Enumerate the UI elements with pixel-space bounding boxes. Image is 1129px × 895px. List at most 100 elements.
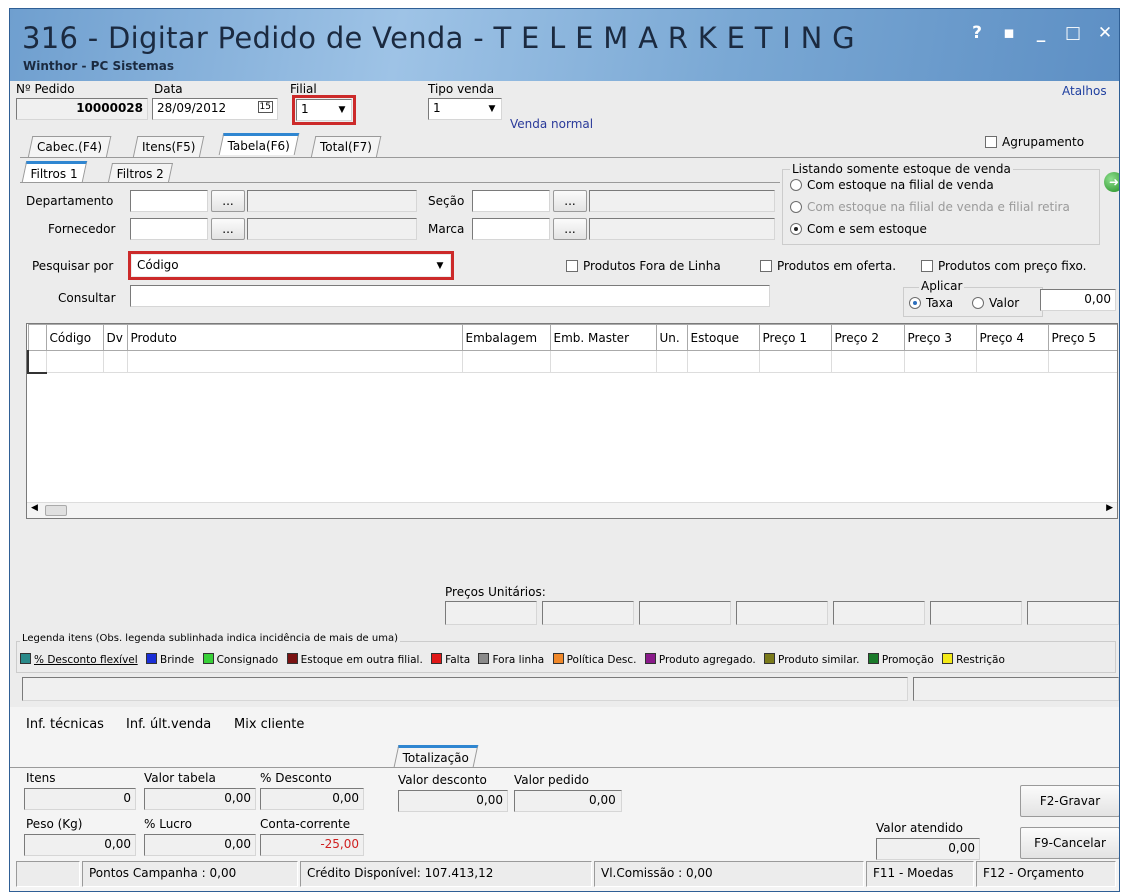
fornecedor-input[interactable] xyxy=(130,218,208,240)
table-cell[interactable] xyxy=(102,350,128,373)
window-title: 316 - Digitar Pedido de Venda - T E L E … xyxy=(22,21,855,55)
cancelar-button[interactable]: F9-Cancelar xyxy=(1020,827,1119,859)
status-orcamento[interactable]: F12 - Orçamento xyxy=(976,861,1116,887)
restore-icon[interactable]: ▪ xyxy=(1001,25,1017,42)
valor-desconto-label: Valor desconto xyxy=(398,773,487,787)
departamento-label: Departamento xyxy=(26,194,114,208)
tab-filtros-1-label: Filtros 1 xyxy=(30,167,78,181)
secao-search-button[interactable]: ... xyxy=(553,190,587,212)
gravar-button[interactable]: F2-Gravar xyxy=(1020,785,1119,817)
table-cell[interactable] xyxy=(975,350,1049,373)
subtab-divider xyxy=(20,182,780,183)
preco-unit-3 xyxy=(639,601,731,625)
agrupamento-label: Agrupamento xyxy=(1002,135,1085,149)
calendar-icon[interactable]: 15 xyxy=(257,101,273,113)
tab-totalizacao-label: Totalização xyxy=(402,751,469,765)
col-dv[interactable]: Dv xyxy=(102,324,128,351)
data-field[interactable]: 28/09/2012 15 xyxy=(152,98,278,120)
marca-search-button[interactable]: ... xyxy=(553,218,587,240)
legend-label: Falta xyxy=(445,654,471,666)
atalhos-link[interactable]: Atalhos xyxy=(1062,84,1107,98)
col-preco-3[interactable]: Preço 3 xyxy=(903,324,977,351)
valor-radio[interactable]: Valor xyxy=(972,296,1019,310)
go-arrow-icon[interactable]: ➜ xyxy=(1104,172,1119,192)
table-row[interactable] xyxy=(27,350,1117,374)
scroll-thumb[interactable] xyxy=(45,505,67,516)
departamento-search-button[interactable]: ... xyxy=(211,190,245,212)
tab-inf-ult-venda[interactable]: Inf. últ.venda xyxy=(126,717,211,732)
secao-label: Seção xyxy=(428,194,465,208)
fornecedor-search-button[interactable]: ... xyxy=(211,218,245,240)
preco-unit-6 xyxy=(930,601,1022,625)
tab-total[interactable]: Total(F7) xyxy=(310,136,382,158)
table-cell[interactable] xyxy=(461,350,551,373)
pedido-field: 10000028 xyxy=(16,98,148,120)
col-produto[interactable]: Produto xyxy=(126,324,463,351)
legend-item: Consignado xyxy=(202,653,278,666)
col-estoque[interactable]: Estoque xyxy=(686,324,760,351)
table-cell[interactable] xyxy=(758,350,832,373)
tab-cabec[interactable]: Cabec.(F4) xyxy=(27,136,112,158)
marca-input[interactable] xyxy=(472,218,550,240)
col-embalagem[interactable]: Embalagem xyxy=(461,324,551,351)
col-codigo[interactable]: Código xyxy=(45,324,104,351)
desconto-field: 0,00 xyxy=(260,788,364,810)
preco-fixo-label: Produtos com preço fixo. xyxy=(938,259,1087,273)
table-cell[interactable] xyxy=(549,350,657,373)
scroll-right-icon[interactable]: ▶ xyxy=(1106,503,1113,513)
col-preco-1[interactable]: Preço 1 xyxy=(758,324,832,351)
consultar-label: Consultar xyxy=(58,291,116,305)
table-cell[interactable] xyxy=(126,350,463,373)
taxa-radio[interactable]: Taxa xyxy=(909,296,953,310)
pesquisar-select[interactable]: Código ▼ xyxy=(132,255,450,276)
col-preco-2[interactable]: Preço 2 xyxy=(830,324,905,351)
horizontal-scrollbar[interactable]: ◀ ▶ xyxy=(27,502,1117,518)
valor-pedido-label: Valor pedido xyxy=(514,773,589,787)
checkbox-icon xyxy=(985,136,997,148)
minimize-icon[interactable]: _ xyxy=(1033,25,1049,42)
estoque-option-3[interactable]: Com e sem estoque xyxy=(790,222,927,236)
tab-totalizacao[interactable]: Totalização xyxy=(393,745,479,767)
scroll-left-icon[interactable]: ◀ xyxy=(31,503,38,513)
tab-filtros-2[interactable]: Filtros 2 xyxy=(107,163,174,182)
valor-tabela-field: 0,00 xyxy=(144,788,256,810)
filial-select[interactable]: 1 ▼ xyxy=(296,99,352,121)
table-cell[interactable] xyxy=(1047,350,1117,373)
status-moedas[interactable]: F11 - Moedas xyxy=(866,861,974,887)
tab-filtros-1[interactable]: Filtros 1 xyxy=(21,161,88,182)
col-preco-5[interactable]: Preço 5 xyxy=(1047,324,1117,351)
close-icon[interactable]: ✕ xyxy=(1097,25,1113,42)
legend-swatch xyxy=(867,653,879,664)
table-cell[interactable] xyxy=(903,350,977,373)
estoque-option-2[interactable]: Com estoque na filial de venda e filial … xyxy=(790,200,1070,214)
maximize-icon[interactable]: □ xyxy=(1065,25,1081,42)
tab-tabela[interactable]: Tabela(F6) xyxy=(218,133,300,155)
radio-selected-icon xyxy=(909,297,921,309)
aplicar-value-input[interactable]: 0,00 xyxy=(1040,289,1116,311)
help-icon[interactable]: ? xyxy=(969,25,985,42)
col-indicator xyxy=(27,324,47,351)
table-cell[interactable] xyxy=(655,350,688,373)
departamento-input[interactable] xyxy=(130,190,208,212)
legend-item: Estoque em outra filial. xyxy=(286,653,423,666)
table-cell[interactable] xyxy=(686,350,760,373)
table-cell[interactable] xyxy=(830,350,905,373)
fora-linha-checkbox[interactable]: Produtos Fora de Linha xyxy=(566,259,721,273)
tab-inf-tecnicas[interactable]: Inf. técnicas xyxy=(26,717,104,732)
estoque-option-1[interactable]: Com estoque na filial de venda xyxy=(790,178,994,192)
products-grid[interactable]: Código Dv Produto Embalagem Emb. Master … xyxy=(26,323,1118,519)
col-preco-4[interactable]: Preço 4 xyxy=(975,324,1049,351)
tab-itens[interactable]: Itens(F5) xyxy=(132,136,205,158)
col-emb-master[interactable]: Emb. Master xyxy=(549,324,657,351)
fornecedor-desc xyxy=(247,218,417,240)
consultar-input[interactable] xyxy=(130,285,770,307)
preco-fixo-checkbox[interactable]: Produtos com preço fixo. xyxy=(921,259,1086,273)
agrupamento-checkbox[interactable]: Agrupamento xyxy=(985,135,1084,149)
radio-selected-icon xyxy=(790,223,802,235)
oferta-checkbox[interactable]: Produtos em oferta. xyxy=(760,259,896,273)
col-un[interactable]: Un. xyxy=(655,324,688,351)
tipovenda-select[interactable]: 1 ▼ xyxy=(428,98,502,120)
table-cell[interactable] xyxy=(45,350,104,373)
secao-input[interactable] xyxy=(472,190,550,212)
tab-mix-cliente[interactable]: Mix cliente xyxy=(234,717,304,732)
